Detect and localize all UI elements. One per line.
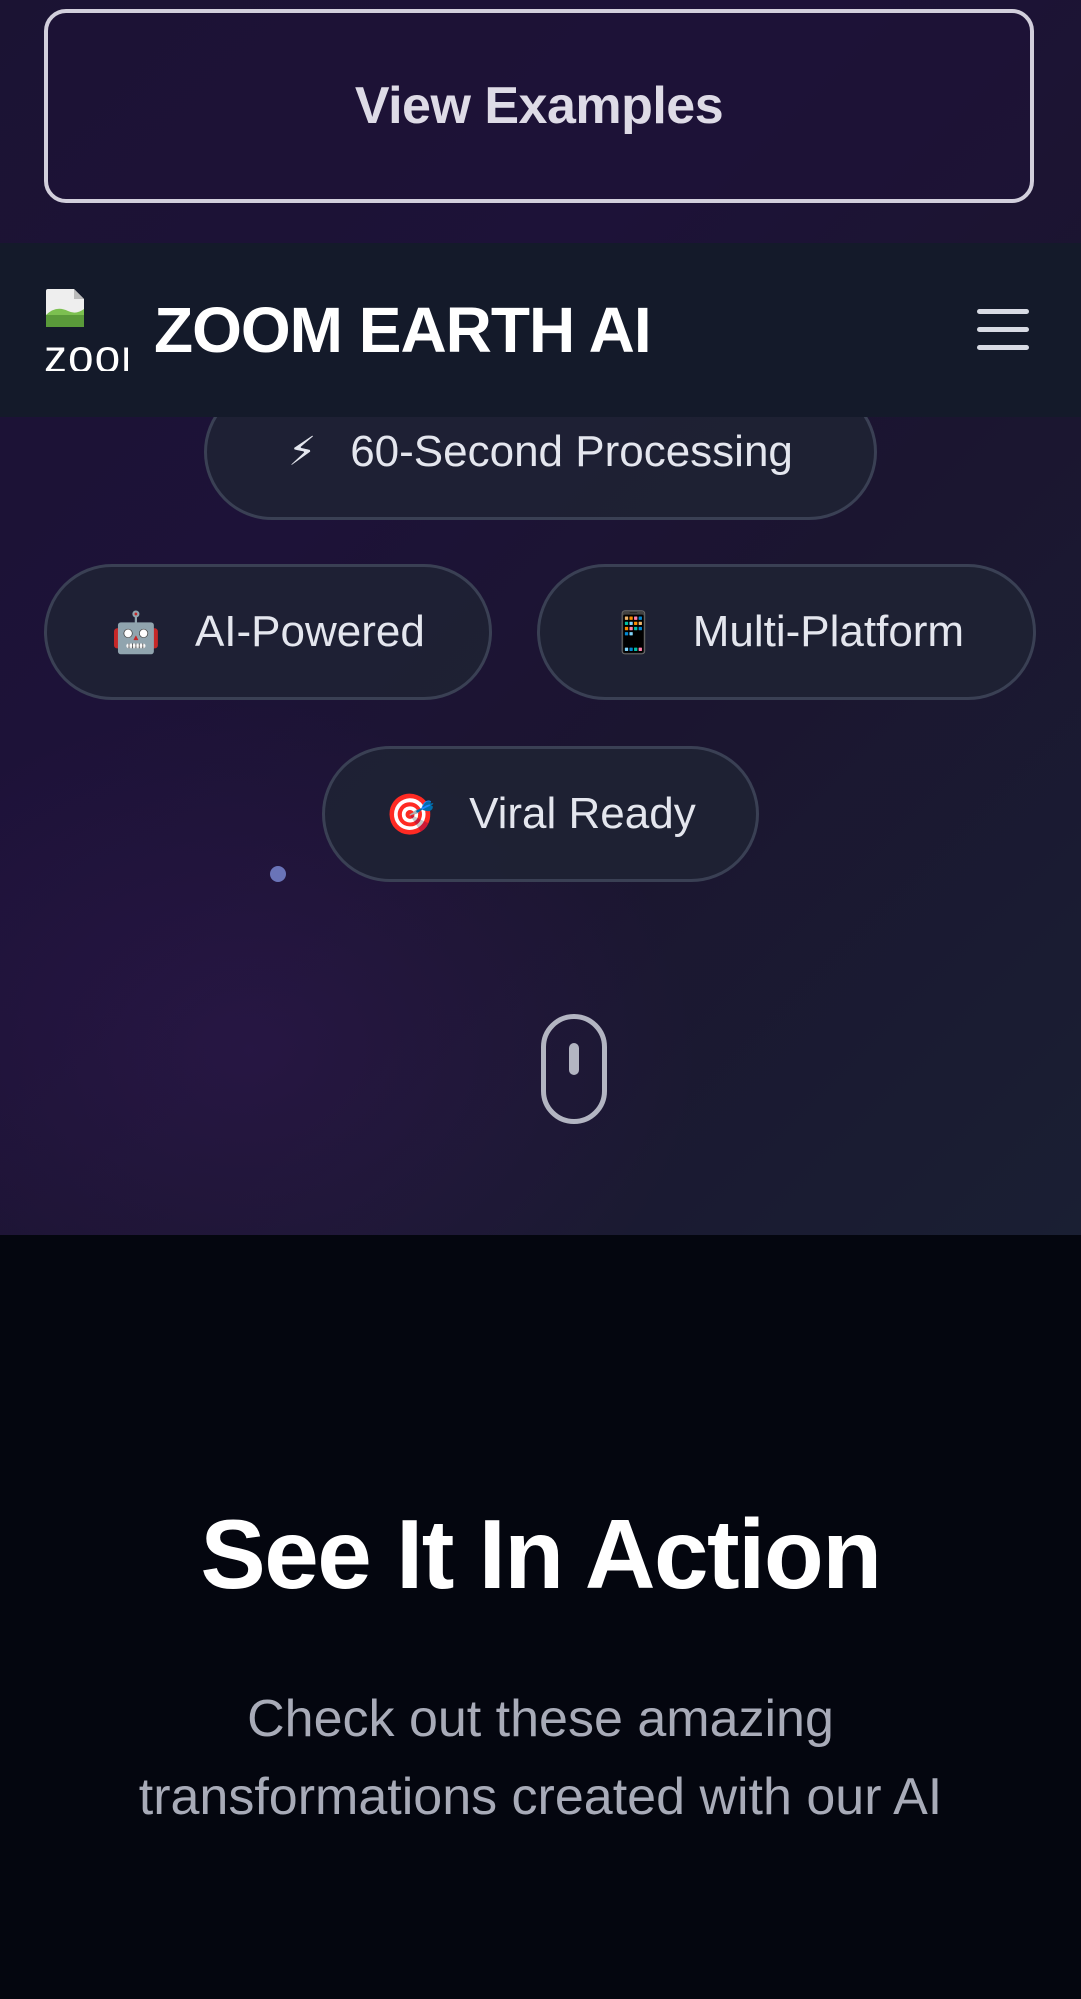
logo-alt-text: zoom [44, 330, 128, 371]
brand-name[interactable]: ZOOM EARTH AI [154, 293, 652, 367]
mobile-phone-icon: 📱 [608, 609, 659, 656]
target-icon: 🎯 [385, 791, 436, 838]
feature-label: AI-Powered [194, 607, 425, 656]
view-examples-button[interactable]: View Examples [44, 9, 1034, 203]
hamburger-menu-icon[interactable] [977, 309, 1029, 351]
scroll-wheel [569, 1043, 579, 1075]
decorative-particle [270, 866, 286, 882]
navbar: zoom ZOOM EARTH AI [0, 243, 1081, 417]
feature-label: Multi-Platform [692, 607, 965, 656]
section-subtitle: Check out these amazing transformations … [138, 1690, 943, 1826]
broken-image-icon [46, 289, 84, 327]
hero-section: View Examples ⚡ 60-Second Processing 🤖 A… [0, 0, 1081, 1235]
section-title: See It In Action [200, 1499, 882, 1609]
feature-label: Viral Ready [469, 789, 696, 838]
feature-label: 60-Second Processing [350, 427, 793, 476]
robot-icon: 🤖 [111, 609, 161, 656]
scroll-mouse-icon[interactable] [541, 1014, 607, 1124]
feature-pill-viral-ready: 🎯 Viral Ready [322, 746, 759, 882]
see-it-in-action-section: See It In Action Check out these amazing… [0, 1235, 1081, 1999]
lightning-icon: ⚡ [288, 429, 317, 475]
feature-pill-ai-powered: 🤖 AI-Powered [44, 564, 492, 700]
logo-image[interactable]: zoom [44, 287, 128, 371]
feature-pill-multi-platform: 📱 Multi-Platform [537, 564, 1036, 700]
